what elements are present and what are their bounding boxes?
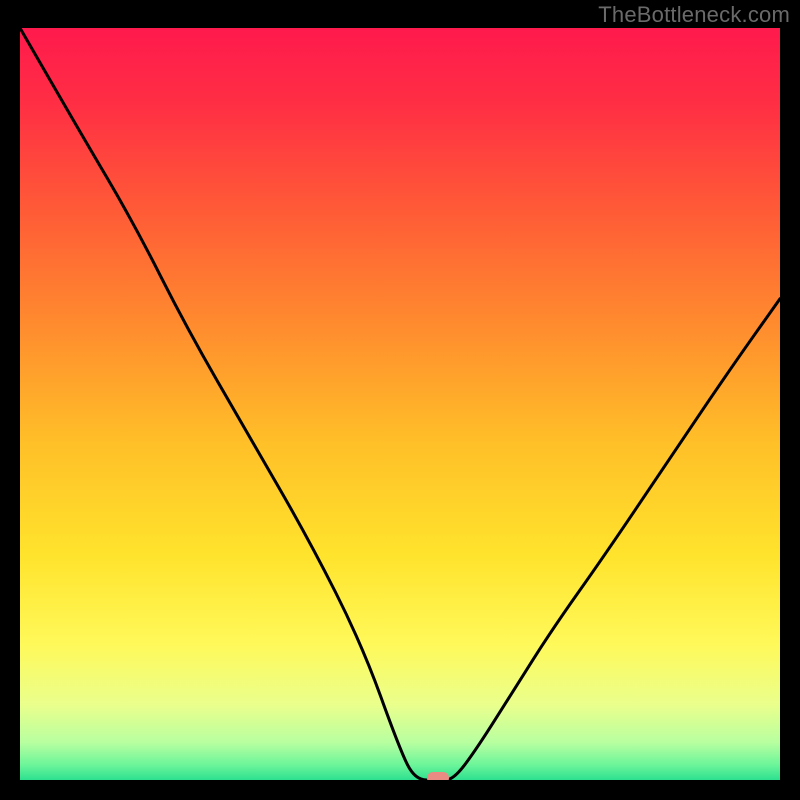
bottleneck-chart <box>20 28 780 780</box>
gradient-background <box>20 28 780 780</box>
plot-area <box>20 28 780 780</box>
watermark-text: TheBottleneck.com <box>598 2 790 28</box>
optimal-marker-icon <box>427 772 449 780</box>
chart-frame: TheBottleneck.com <box>0 0 800 800</box>
